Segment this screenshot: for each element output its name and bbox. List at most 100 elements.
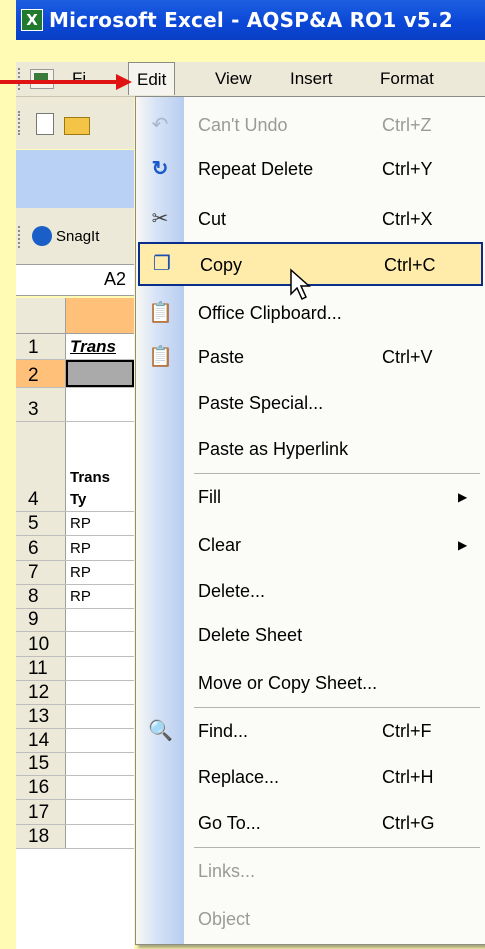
new-document-icon[interactable] xyxy=(36,113,54,135)
table-row[interactable]: 16 xyxy=(16,776,134,800)
paste-icon: 📋 xyxy=(148,346,173,368)
table-row[interactable]: 17 xyxy=(16,800,134,825)
menu-item-repeat-delete[interactable]: ↻ Repeat Delete Ctrl+Y xyxy=(136,155,485,183)
pointer-arrow-line xyxy=(0,80,118,84)
menu-item-delete-sheet[interactable]: Delete Sheet xyxy=(136,621,485,649)
row-header[interactable]: 17 xyxy=(16,800,66,824)
menu-item-label: Copy xyxy=(200,255,243,275)
table-row[interactable]: 11 xyxy=(16,657,134,681)
menu-item-replace[interactable]: Replace... Ctrl+H xyxy=(136,763,485,791)
table-row[interactable]: 7 RP xyxy=(16,561,134,585)
menu-separator xyxy=(194,847,480,848)
table-row[interactable]: 5 RP xyxy=(16,512,134,536)
menu-item-label: Can't Undo xyxy=(198,115,288,135)
snagit-label[interactable]: SnagIt xyxy=(56,228,99,245)
table-row[interactable]: 14 xyxy=(16,729,134,753)
row-header-selected[interactable]: 2 xyxy=(16,360,66,387)
toolbar-grip[interactable] xyxy=(18,111,23,135)
standard-toolbar xyxy=(16,97,134,149)
table-row[interactable]: 13 xyxy=(16,705,134,729)
cell-a6[interactable]: RP xyxy=(70,536,91,560)
menu-format[interactable]: Format xyxy=(380,69,434,89)
menu-item-cut[interactable]: ✂ Cut Ctrl+X xyxy=(136,205,485,233)
select-all-corner[interactable] xyxy=(16,298,66,334)
row-header[interactable]: 5 xyxy=(16,512,66,535)
table-row[interactable]: 18 xyxy=(16,825,134,849)
table-row[interactable]: 8 RP xyxy=(16,585,134,609)
menu-item-object[interactable]: Object xyxy=(136,905,485,933)
menu-insert[interactable]: Insert xyxy=(290,69,333,89)
row-header[interactable]: 15 xyxy=(16,753,66,775)
row-header[interactable]: 1 xyxy=(16,334,66,359)
menubar-grip[interactable] xyxy=(18,68,23,90)
menu-item-clear[interactable]: Clear ▶ xyxy=(136,531,485,559)
row-header[interactable]: 7 xyxy=(16,561,66,584)
row-header[interactable]: 16 xyxy=(16,776,66,799)
menu-item-delete[interactable]: Delete... xyxy=(136,577,485,605)
row-header[interactable]: 11 xyxy=(16,657,66,680)
submenu-arrow-icon: ▶ xyxy=(458,538,468,552)
menu-item-paste[interactable]: 📋 Paste Ctrl+V xyxy=(136,343,485,371)
menu-item-label: Links... xyxy=(198,861,256,881)
row-header[interactable]: 14 xyxy=(16,729,66,752)
menu-item-label: Fill xyxy=(198,487,221,507)
title-bar: X Microsoft Excel - AQSP&A RO1 v5.2 xyxy=(16,0,485,40)
menu-item-shortcut: Ctrl+C xyxy=(384,255,436,275)
name-box[interactable]: A2 xyxy=(16,267,126,291)
menu-item-go-to[interactable]: Go To... Ctrl+G xyxy=(136,809,485,837)
table-row[interactable]: 4 Trans Ty xyxy=(16,422,134,512)
workbook-menu-icon[interactable] xyxy=(30,69,54,89)
snagit-icon[interactable] xyxy=(32,226,52,246)
menu-item-label: Paste Special... xyxy=(198,393,324,413)
menu-item-label: Delete... xyxy=(198,581,266,601)
table-row[interactable]: 6 RP xyxy=(16,536,134,561)
cell-a4[interactable]: Trans Ty xyxy=(70,422,110,517)
menu-item-label: Office Clipboard... xyxy=(198,303,342,323)
menu-item-paste-as-hyperlink[interactable]: Paste as Hyperlink xyxy=(136,435,485,463)
cell-a7[interactable]: RP xyxy=(70,561,91,584)
cell-a5[interactable]: RP xyxy=(70,512,91,535)
snagit-toolbar: SnagIt xyxy=(16,208,134,264)
worksheet-grid[interactable]: 1 Trans 2 3 4 Trans Ty 5 RP 6 RP 7 RP 8 … xyxy=(16,298,134,949)
menu-item-label: Clear xyxy=(198,535,242,555)
menu-item-fill[interactable]: Fill ▶ xyxy=(136,483,485,511)
row-header[interactable]: 3 xyxy=(16,388,66,421)
table-row[interactable]: 15 xyxy=(16,753,134,776)
row-header[interactable]: 8 xyxy=(16,585,66,608)
menu-item-find[interactable]: 🔍 Find... Ctrl+F xyxy=(136,717,485,745)
menu-edit[interactable]: Edit xyxy=(128,62,176,95)
open-folder-icon[interactable] xyxy=(64,117,90,135)
excel-app-icon[interactable]: X xyxy=(21,9,43,31)
menu-item-label: Go To... xyxy=(198,813,261,833)
menu-item-links[interactable]: Links... xyxy=(136,857,485,885)
toolbar-grip[interactable] xyxy=(18,226,23,248)
row-header[interactable]: 18 xyxy=(16,825,66,848)
table-row[interactable]: 9 xyxy=(16,609,134,632)
clipboard-icon: 📋 xyxy=(148,302,173,324)
menu-view[interactable]: View xyxy=(215,69,252,89)
menu-item-label: Delete Sheet xyxy=(198,625,303,645)
row-header[interactable]: 6 xyxy=(16,536,66,560)
table-row[interactable]: 10 xyxy=(16,632,134,657)
cell-a1[interactable]: Trans xyxy=(70,334,116,359)
menu-item-cant-undo[interactable]: ↶ Can't Undo Ctrl+Z xyxy=(136,111,485,139)
row-header[interactable]: 12 xyxy=(16,681,66,704)
menu-item-label: Replace... xyxy=(198,767,280,787)
menu-item-office-clipboard[interactable]: 📋 Office Clipboard... xyxy=(136,299,485,327)
row-header[interactable]: 10 xyxy=(16,632,66,656)
table-row[interactable]: 1 Trans xyxy=(16,334,134,360)
cell-a2-selected[interactable] xyxy=(66,360,134,387)
menu-item-paste-special[interactable]: Paste Special... xyxy=(136,389,485,417)
column-header-a[interactable] xyxy=(66,298,134,334)
table-row[interactable]: 2 xyxy=(16,360,134,388)
menu-file[interactable]: Fi xyxy=(72,69,86,89)
toolbar-band xyxy=(16,150,134,208)
table-row[interactable]: 3 xyxy=(16,388,134,422)
menu-item-shortcut: Ctrl+V xyxy=(382,347,433,367)
cell-a8[interactable]: RP xyxy=(70,585,91,608)
row-header[interactable]: 9 xyxy=(16,609,66,631)
row-header[interactable]: 13 xyxy=(16,705,66,728)
row-header[interactable]: 4 xyxy=(16,422,66,511)
table-row[interactable]: 12 xyxy=(16,681,134,705)
menu-item-move-or-copy-sheet[interactable]: Move or Copy Sheet... xyxy=(136,669,485,697)
